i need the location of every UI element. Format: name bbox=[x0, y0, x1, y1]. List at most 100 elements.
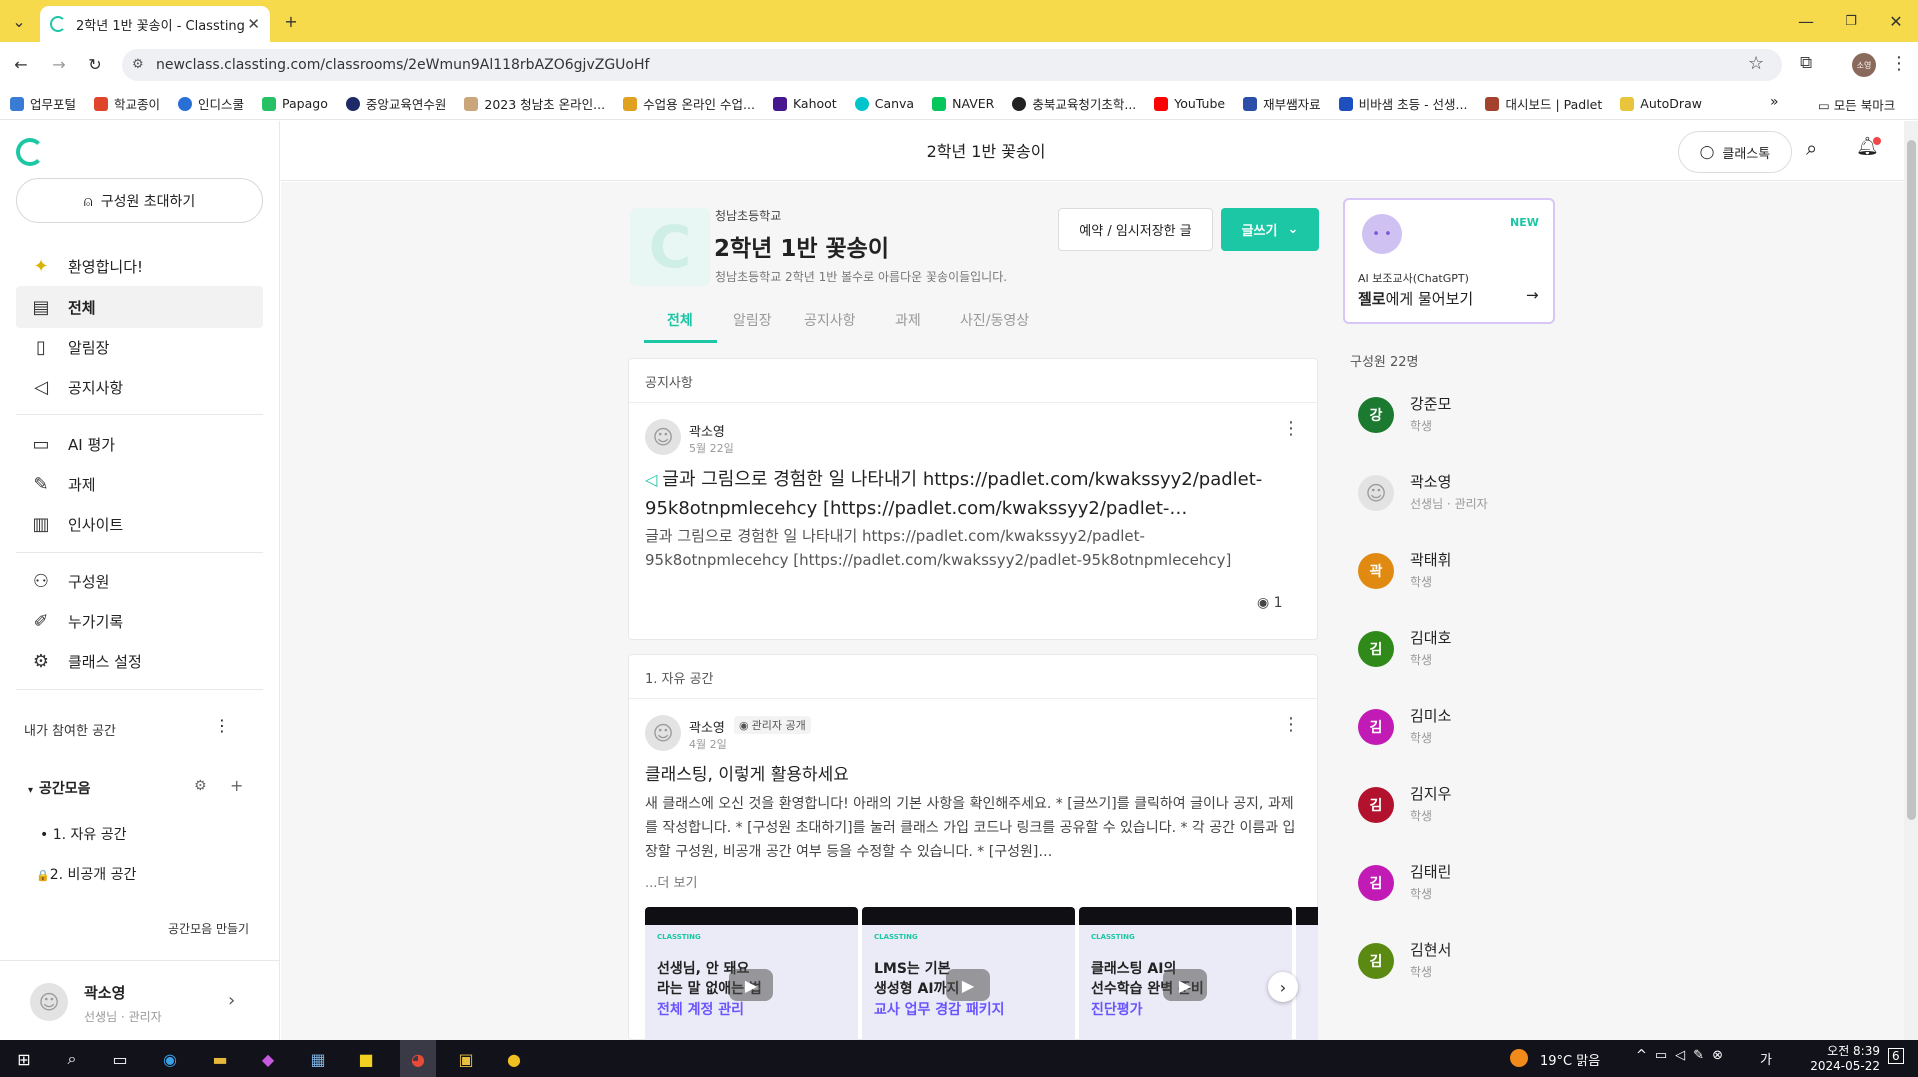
nav-members[interactable]: ⚇ 구성원 bbox=[16, 560, 263, 602]
tab-photos-videos[interactable]: 사진/동영상 bbox=[960, 310, 1029, 330]
clock-time[interactable]: 오전 8:39 bbox=[1800, 1042, 1880, 1059]
bookmark-star-icon[interactable]: ☆ bbox=[1748, 53, 1764, 74]
nav-records[interactable]: ✐ 누가기록 bbox=[16, 600, 263, 642]
tab-notice-board[interactable]: 알림장 bbox=[733, 310, 772, 330]
edge-icon[interactable]: ◉ bbox=[158, 1047, 182, 1071]
new-tab-icon[interactable]: + bbox=[280, 10, 302, 32]
bookmark-item[interactable]: 충북교육청기초학... bbox=[1012, 94, 1136, 113]
profile-avatar[interactable]: 소영 bbox=[1852, 53, 1876, 77]
bookmark-item[interactable]: 인디스쿨 bbox=[178, 94, 244, 113]
tab-announcements[interactable]: 공지사항 bbox=[804, 310, 856, 330]
post-title[interactable]: 클래스팅, 이렇게 활용하세요 bbox=[645, 760, 849, 785]
nav-all[interactable]: ▤ 전체 bbox=[16, 286, 263, 328]
minimize-icon[interactable]: — bbox=[1795, 10, 1817, 32]
notice-title[interactable]: ◁ 글과 그림으로 경험한 일 나타내기 https://padlet.com/… bbox=[645, 465, 1285, 523]
invite-members-button[interactable]: ⍝ 구성원 초대하기 bbox=[16, 178, 263, 223]
tab-search-icon[interactable]: ⌄ bbox=[8, 10, 30, 32]
member-item[interactable]: ☺ 곽소영 선생님 · 관리자 bbox=[1358, 467, 1538, 527]
member-item[interactable]: 김 김대호 학생 bbox=[1358, 623, 1538, 683]
nav-notice-board[interactable]: ▯ 알림장 bbox=[16, 326, 263, 368]
nav-assignments[interactable]: ✎ 과제 bbox=[16, 463, 263, 505]
reload-icon[interactable]: ↻ bbox=[84, 53, 106, 75]
bookmark-item[interactable]: 학교종이 bbox=[94, 94, 160, 113]
nav-insights[interactable]: ▥ 인사이트 bbox=[16, 503, 263, 545]
app-icon[interactable]: ◆ bbox=[256, 1047, 280, 1071]
app-icon[interactable]: ▣ bbox=[454, 1047, 478, 1071]
chrome-icon[interactable]: ◕ bbox=[406, 1047, 430, 1071]
task-view-icon[interactable]: ▭ bbox=[108, 1047, 132, 1071]
member-item[interactable]: 김 김미소 학생 bbox=[1358, 701, 1538, 761]
caret-down-icon: ▾ bbox=[28, 785, 34, 796]
ime-indicator[interactable]: 가 bbox=[1760, 1049, 1772, 1068]
menu-dots-icon[interactable]: ⋮ bbox=[1890, 53, 1908, 74]
more-options-icon[interactable]: ⋮ bbox=[214, 716, 230, 735]
forward-icon[interactable]: → bbox=[48, 53, 70, 75]
video-thumbnail[interactable]: CLASSTING 선생님, 안 돼요 라는 말 없애는 법 전체 계정 관리 ▶ bbox=[645, 907, 858, 1040]
nav-ai-eval[interactable]: ▭ AI 평가 bbox=[16, 423, 263, 465]
weather-text[interactable]: 19°C 맑음 bbox=[1540, 1050, 1600, 1069]
browser-tab[interactable]: 2학년 1반 꽃송이 - Classting ✕ bbox=[40, 6, 270, 42]
nav-announcements[interactable]: ◁ 공지사항 bbox=[16, 366, 263, 408]
restore-icon[interactable]: ❐ bbox=[1840, 10, 1862, 32]
bookmark-item[interactable]: 비바샘 초등 - 선생... bbox=[1338, 94, 1467, 113]
chevron-right-icon[interactable]: › bbox=[228, 990, 235, 1011]
back-icon[interactable]: ← bbox=[10, 53, 32, 75]
video-thumbnail-partial[interactable] bbox=[1296, 907, 1318, 1040]
kakaotalk-icon[interactable]: ● bbox=[502, 1047, 526, 1071]
make-space-group-link[interactable]: 공간모음 만들기 bbox=[168, 920, 249, 937]
more-bookmarks-icon[interactable]: » bbox=[1770, 94, 1779, 110]
bookmark-item[interactable]: 재부쌤자료 bbox=[1243, 94, 1321, 113]
bookmark-item[interactable]: 대시보드 | Padlet bbox=[1485, 94, 1602, 113]
member-item[interactable]: 강 강준모 학생 bbox=[1358, 389, 1538, 449]
bookmark-item[interactable]: 중앙교육연수원 bbox=[345, 94, 446, 113]
video-thumbnail[interactable]: CLASSTING LMS는 기본 생성형 AI까지 교사 업무 경감 패키지 ▶ bbox=[862, 907, 1075, 1040]
tab-assignments[interactable]: 과제 bbox=[895, 310, 921, 330]
classting-logo-icon[interactable] bbox=[16, 138, 44, 166]
sticky-notes-icon[interactable]: ■ bbox=[354, 1047, 378, 1071]
calculator-icon[interactable]: ▦ bbox=[306, 1047, 330, 1071]
bookmark-item[interactable]: AutoDraw bbox=[1620, 96, 1702, 111]
windows-start-icon[interactable]: ⊞ bbox=[12, 1047, 36, 1071]
reserved-posts-button[interactable]: 예약 / 임시저장한 글 bbox=[1058, 208, 1213, 251]
extensions-icon[interactable]: ⧉ bbox=[1800, 53, 1812, 73]
member-item[interactable]: 김 김태린 학생 bbox=[1358, 857, 1538, 917]
class-talk-button[interactable]: ◯ 클래스톡 bbox=[1678, 131, 1792, 173]
site-info-icon[interactable]: ⚙ bbox=[132, 57, 144, 72]
space-group[interactable]: ▾ 공간모음 bbox=[28, 778, 91, 798]
carousel-next-icon[interactable]: › bbox=[1268, 972, 1298, 1002]
space-item-free[interactable]: • 1. 자유 공간 bbox=[40, 824, 127, 844]
bookmark-item[interactable]: Canva bbox=[854, 96, 914, 111]
tab-all[interactable]: 전체 bbox=[667, 310, 693, 330]
post-menu-icon[interactable]: ⋮ bbox=[1282, 714, 1300, 735]
bookmark-item[interactable]: 수업용 온라인 수업... bbox=[623, 94, 755, 113]
write-button[interactable]: 글쓰기 ⌄ bbox=[1221, 208, 1319, 251]
space-item-private[interactable]: 🔒2. 비공개 공간 bbox=[36, 864, 136, 884]
space-settings-icon[interactable]: ⚙ bbox=[194, 778, 207, 794]
bookmark-item[interactable]: 업무포털 bbox=[10, 94, 76, 113]
member-item[interactable]: 곽 곽태휘 학생 bbox=[1358, 545, 1538, 605]
member-item[interactable]: 김 김지우 학생 bbox=[1358, 779, 1538, 839]
system-tray-icons[interactable]: ^▭◁✎⊗ bbox=[1636, 1048, 1731, 1063]
nav-welcome[interactable]: ✦ 환영합니다! bbox=[16, 245, 263, 287]
bookmark-item[interactable]: 2023 청남초 온라인... bbox=[464, 94, 605, 113]
file-explorer-icon[interactable]: ▬ bbox=[208, 1047, 232, 1071]
add-space-icon[interactable]: + bbox=[230, 776, 243, 795]
scrollbar-thumb[interactable] bbox=[1907, 140, 1916, 820]
close-window-icon[interactable]: ✕ bbox=[1885, 10, 1907, 32]
notification-center[interactable]: 6 bbox=[1888, 1048, 1904, 1064]
post-menu-icon[interactable]: ⋮ bbox=[1282, 418, 1300, 439]
bookmark-item[interactable]: Papago bbox=[262, 96, 328, 111]
bookmark-item[interactable]: YouTube bbox=[1154, 96, 1225, 111]
url-input[interactable]: newclass.classting.com/classrooms/2eWmun… bbox=[122, 49, 1782, 81]
member-item[interactable]: 김 김현서 학생 bbox=[1358, 935, 1538, 995]
clock-date[interactable]: 2024-05-22 bbox=[1800, 1059, 1880, 1073]
nav-class-settings[interactable]: ⚙ 클래스 설정 bbox=[16, 640, 263, 682]
close-tab-icon[interactable]: ✕ bbox=[247, 15, 260, 33]
all-bookmarks[interactable]: ▭ 모든 북마크 bbox=[1818, 95, 1895, 114]
bookmark-item[interactable]: Kahoot bbox=[772, 96, 837, 111]
taskbar-search-icon[interactable]: ⌕ bbox=[60, 1047, 84, 1071]
video-thumbnail[interactable]: CLASSTING 클래스팅 AI의 선수학습 완벽 준비 진단평가 ▶ bbox=[1079, 907, 1292, 1040]
bookmark-item[interactable]: NAVER bbox=[932, 96, 994, 111]
read-more-link[interactable]: ...더 보기 bbox=[645, 872, 697, 891]
search-icon[interactable]: ⌕ bbox=[1806, 136, 1817, 160]
